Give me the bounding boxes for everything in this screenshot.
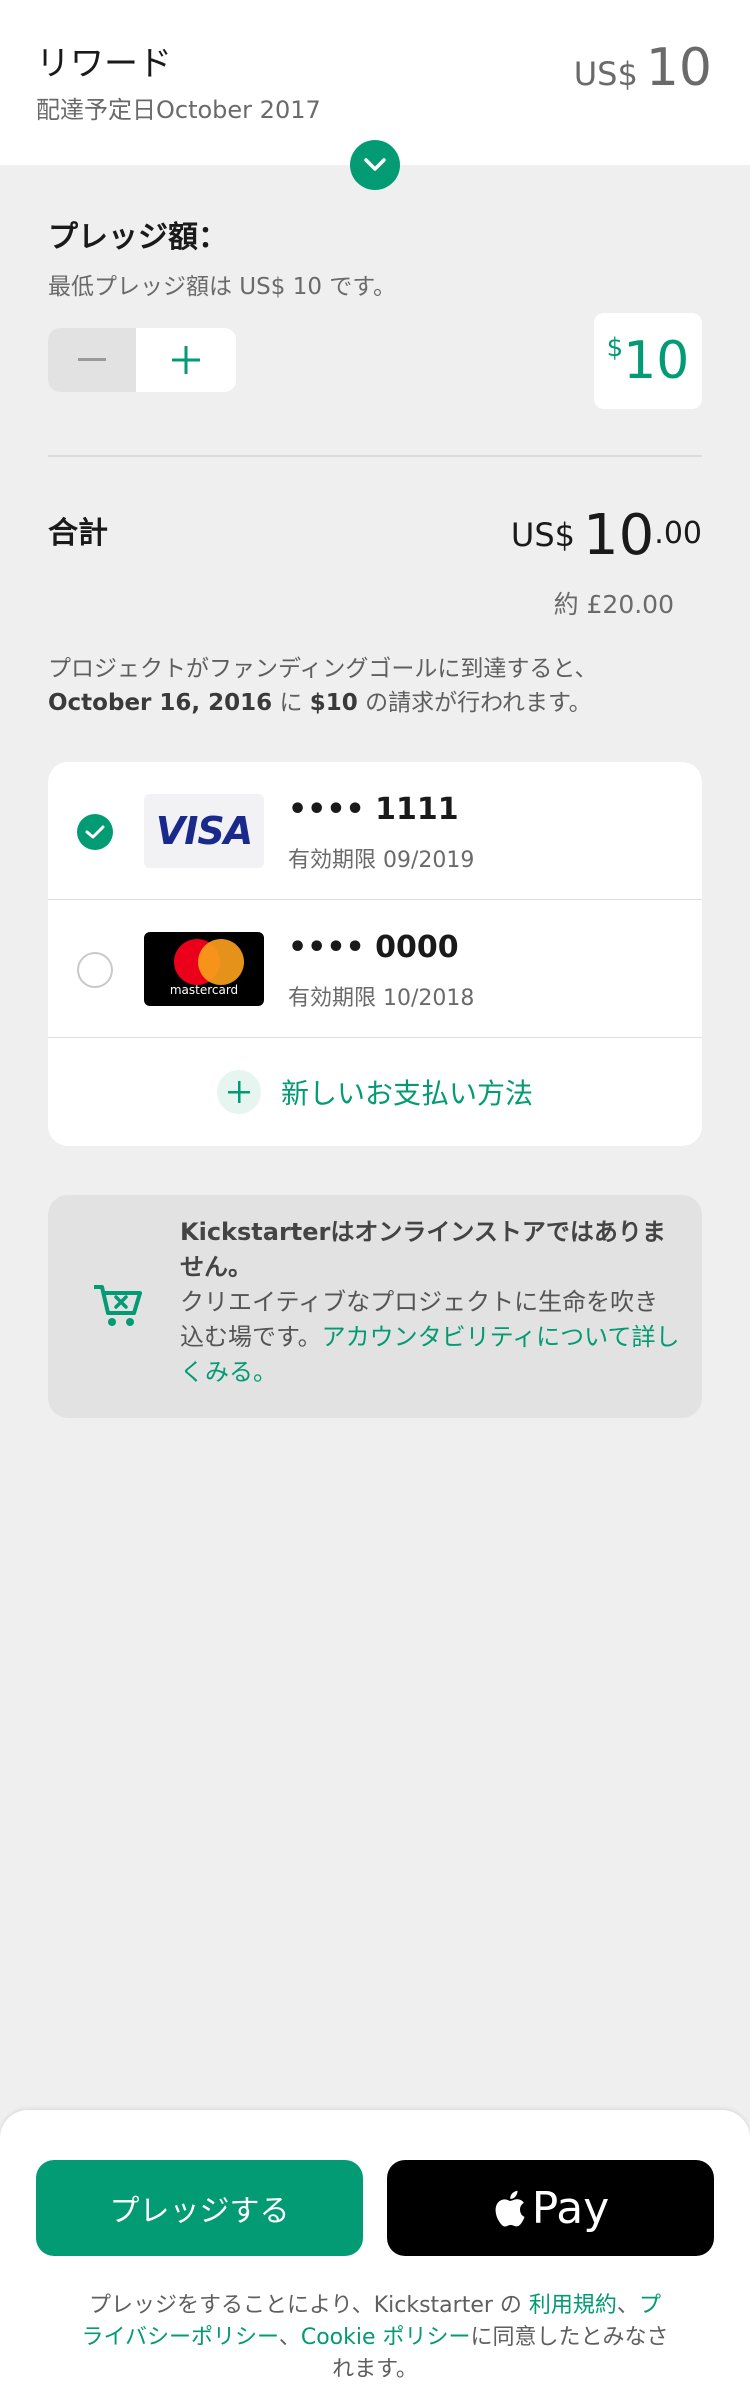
reward-price-currency: US$: [573, 55, 638, 93]
minus-icon: [78, 358, 106, 361]
terms-note: プレッジをすることにより、Kickstarter の 利用規約、プライバシーポリ…: [80, 2290, 670, 2386]
terms-of-use-link[interactable]: 利用規約: [529, 2293, 617, 2318]
reward-price-amount: 10: [645, 38, 712, 98]
decrease-button[interactable]: [48, 328, 136, 392]
total-integer: 10: [583, 503, 655, 568]
card-expiry: 有効期限 09/2019: [288, 848, 475, 873]
pledge-button[interactable]: プレッジする: [36, 2160, 363, 2256]
apple-pay-label: Pay: [531, 2182, 610, 2234]
check-icon: [85, 825, 105, 839]
chevron-down-icon: [364, 158, 386, 171]
total-label: 合計: [48, 516, 108, 551]
pledge-amount-symbol: $: [606, 333, 624, 363]
charge-note: プロジェクトがファンディングゴールに到達すると、 October 16, 201…: [48, 652, 668, 720]
card-number: •••• 1111: [288, 792, 459, 827]
total-currency: US$: [510, 516, 576, 554]
apple-pay-button[interactable]: Pay: [387, 2160, 714, 2256]
pledge-amount-label: プレッジ額：: [48, 220, 228, 255]
visa-logo: VISA: [144, 794, 264, 868]
visa-logo-text: VISA: [155, 809, 253, 853]
pledge-minimum-note: 最低プレッジ額は US$ 10 です。: [48, 274, 396, 300]
divider: [48, 455, 702, 457]
charge-note-mid: に: [272, 690, 310, 716]
expand-reward-button[interactable]: [350, 140, 400, 190]
apple-icon: [495, 2190, 525, 2227]
total-approx: 約 £20.00: [553, 590, 674, 619]
card-number: •••• 0000: [288, 930, 459, 965]
payment-method-visa[interactable]: VISA •••• 1111 有効期限 09/2019: [48, 762, 702, 900]
plus-icon: [172, 346, 200, 374]
total-amount: US$ 10 .00: [511, 508, 702, 564]
plus-icon: [227, 1081, 250, 1103]
selected-check: [77, 814, 113, 850]
info-bold-line: Kickstarterはオンラインストアではありません。: [180, 1218, 666, 1281]
terms-sep: 、: [616, 2293, 639, 2318]
mastercard-circles: [164, 937, 244, 987]
reward-price: US$ 10: [574, 38, 712, 98]
card-expiry: 有効期限 10/2018: [288, 986, 475, 1011]
charge-note-amount: $10: [309, 690, 358, 716]
terms-prefix: プレッジをすることにより、Kickstarter の: [89, 2293, 529, 2318]
cookie-policy-link[interactable]: Cookie ポリシー: [301, 2325, 471, 2350]
payment-methods: VISA •••• 1111 有効期限 09/2019 mastercard •…: [48, 762, 702, 1146]
cart-x-icon: [94, 1285, 142, 1326]
pledge-amount-input[interactable]: $ 10: [594, 313, 702, 409]
add-plus-badge: [216, 1070, 261, 1114]
charge-note-date: October 16, 2016: [48, 690, 273, 716]
total-decimal: .00: [654, 516, 702, 551]
info-text: Kickstarterはオンラインストアではありません。 クリエイティブなプロジ…: [180, 1215, 680, 1390]
mastercard-logo: mastercard: [144, 932, 264, 1006]
charge-note-prefix: プロジェクトがファンディングゴールに到達すると、: [48, 656, 598, 682]
increase-button[interactable]: [136, 328, 236, 392]
add-payment-method-label: 新しいお支払い方法: [280, 1077, 533, 1110]
pledge-amount-value: 10: [623, 331, 690, 391]
info-box: Kickstarterはオンラインストアではありません。 クリエイティブなプロジ…: [48, 1195, 702, 1418]
terms-sep: 、: [278, 2325, 301, 2350]
add-payment-method-button[interactable]: 新しいお支払い方法: [48, 1038, 702, 1146]
reward-delivery-date: 配達予定日October 2017: [36, 96, 321, 124]
charge-note-suffix: の請求が行われます。: [357, 690, 592, 716]
mastercard-orange-circle: [198, 939, 244, 985]
reward-title: リワード: [36, 44, 172, 84]
payment-method-mastercard[interactable]: mastercard •••• 0000 有効期限 10/2018: [48, 900, 702, 1038]
bottom-action-panel: プレッジする Pay プレッジをすることにより、Kickstarter の 利用…: [0, 2110, 750, 2400]
pledge-stepper: [48, 328, 236, 392]
radio-button[interactable]: [77, 952, 113, 988]
